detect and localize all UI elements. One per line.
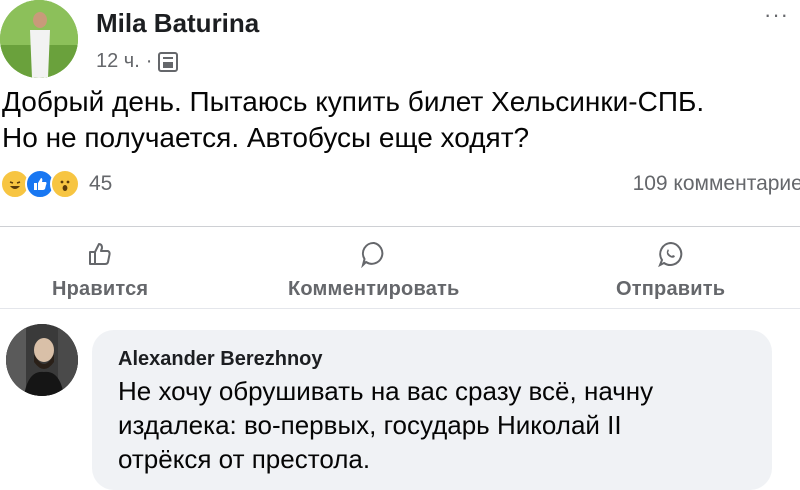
comment-text-line: Не хочу обрушивать на вас сразу всё, нач…	[118, 376, 654, 406]
comment-button[interactable]: Комментировать	[288, 240, 460, 301]
meta-separator: ·	[145, 50, 153, 72]
reaction-count: 45	[89, 172, 113, 195]
author-avatar[interactable]	[0, 0, 78, 78]
more-options-button[interactable]: ···	[764, 4, 789, 26]
divider	[0, 308, 800, 309]
comment-author-name[interactable]: Alexander Berezhnoy	[118, 348, 323, 371]
post-author-name[interactable]: Mila Baturina	[96, 8, 259, 39]
like-button[interactable]: Нравится	[52, 240, 148, 301]
audience-icon	[158, 51, 179, 72]
post-meta: 12 ч. ·	[96, 50, 179, 73]
post-text: Добрый день. Пытаюсь купить билет Хельси…	[2, 84, 792, 156]
wow-icon	[50, 169, 80, 199]
divider	[0, 226, 800, 227]
post-text-line: Добрый день. Пытаюсь купить билет Хельси…	[2, 86, 705, 117]
post-time[interactable]: 12 ч.	[96, 50, 140, 73]
comment-text: Не хочу обрушивать на вас сразу всё, нач…	[118, 374, 758, 476]
share-button[interactable]: Отправить	[616, 240, 725, 301]
share-label: Отправить	[616, 278, 726, 300]
commenter-avatar[interactable]	[6, 324, 78, 396]
reactions-summary[interactable]: 45	[0, 169, 113, 199]
comment-text-line: издалека: во-первых, государь Николай II	[118, 410, 622, 440]
messenger-share-icon	[657, 240, 685, 268]
comments-count-link[interactable]: 109 комментариев	[633, 172, 800, 196]
comment-label: Комментировать	[288, 278, 460, 300]
like-label: Нравится	[52, 278, 149, 300]
comment-text-line: отрёкся от престола.	[118, 444, 371, 474]
thumbs-up-icon	[87, 240, 113, 268]
post-text-line: Но не получается. Автобусы еще ходят?	[2, 122, 530, 153]
comment-bubble-icon	[360, 240, 388, 268]
